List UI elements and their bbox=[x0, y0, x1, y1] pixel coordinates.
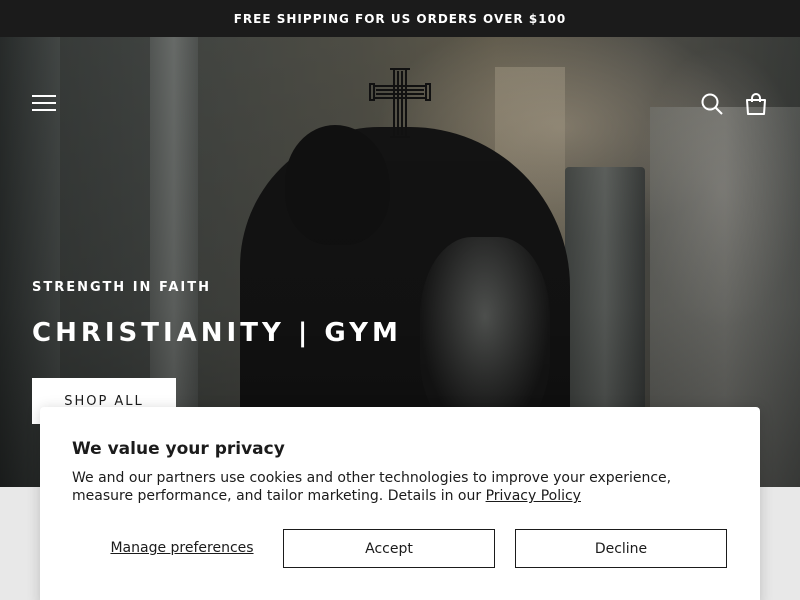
privacy-policy-link[interactable]: Privacy Policy bbox=[486, 488, 581, 504]
search-icon[interactable] bbox=[700, 92, 724, 116]
cookie-title: We value your privacy bbox=[72, 439, 285, 459]
hamburger-menu-icon[interactable] bbox=[32, 93, 56, 113]
shopping-bag-icon[interactable] bbox=[744, 92, 768, 116]
cookie-description: We and our partners use cookies and othe… bbox=[72, 469, 712, 505]
hero-heading: CHRISTIANITY | GYM bbox=[32, 318, 402, 348]
decline-button[interactable]: Decline bbox=[515, 529, 727, 568]
cookie-description-text: We and our partners use cookies and othe… bbox=[72, 470, 672, 504]
cross-logo-icon[interactable] bbox=[368, 67, 432, 141]
hero-subheading: STRENGTH IN FAITH bbox=[32, 280, 211, 295]
site-header bbox=[0, 37, 800, 147]
announcement-text: FREE SHIPPING FOR US ORDERS OVER $100 bbox=[233, 11, 567, 26]
cookie-consent-banner: We value your privacy We and our partner… bbox=[40, 407, 760, 600]
manage-preferences-link[interactable]: Manage preferences bbox=[72, 529, 292, 567]
accept-button[interactable]: Accept bbox=[283, 529, 495, 568]
announcement-bar: FREE SHIPPING FOR US ORDERS OVER $100 bbox=[0, 0, 800, 37]
